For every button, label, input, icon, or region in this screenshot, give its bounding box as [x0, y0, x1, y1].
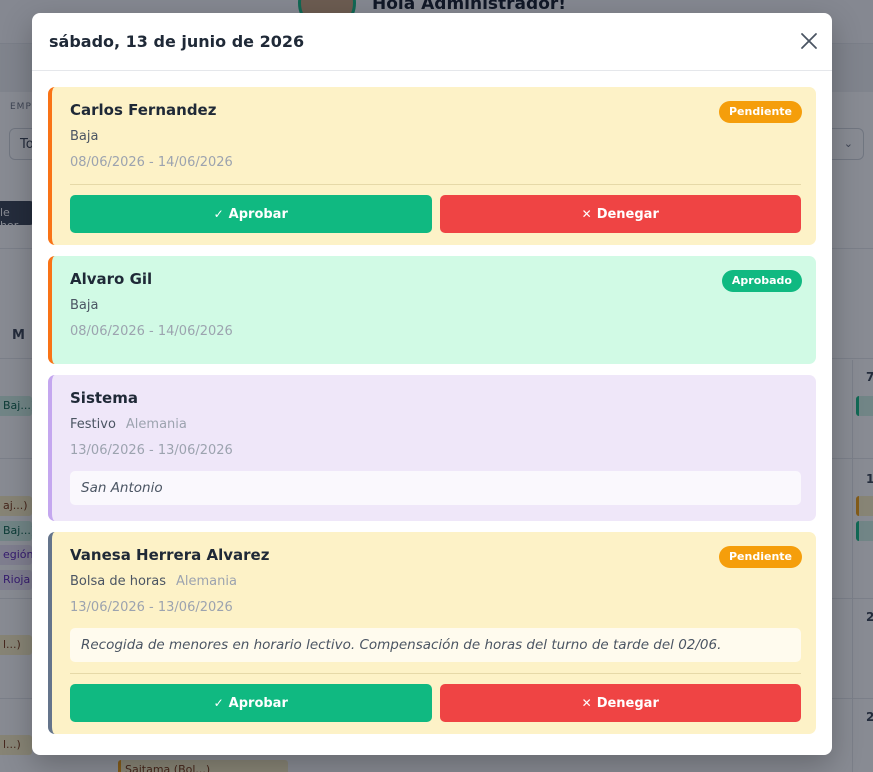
- region-label: Alemania: [176, 574, 237, 589]
- employee-name: Carlos Fernandez: [70, 101, 217, 119]
- x-icon: ✕: [581, 207, 592, 221]
- request-type: Bolsa de horas Alemania: [70, 574, 801, 592]
- deny-label: Denegar: [596, 695, 659, 711]
- date-range: 08/06/2026 - 14/06/2026: [70, 324, 233, 339]
- employee-name: Vanesa Herrera Alvarez: [70, 546, 270, 564]
- modal-header: sábado, 13 de junio de 2026: [32, 13, 832, 71]
- date-range: 13/06/2026 - 13/06/2026: [70, 600, 233, 615]
- modal-title: sábado, 13 de junio de 2026: [49, 32, 305, 51]
- request-type: Festivo Alemania: [70, 417, 801, 435]
- modal-body: Carlos Fernandez Pendiente Baja 08/06/20…: [32, 71, 832, 734]
- request-card: Carlos Fernandez Pendiente Baja 08/06/20…: [48, 87, 816, 245]
- approve-button[interactable]: ✓ Aprobar: [70, 195, 432, 233]
- employee-name: Sistema: [70, 389, 138, 407]
- approve-button[interactable]: ✓ Aprobar: [70, 684, 432, 722]
- request-card: Vanesa Herrera Alvarez Pendiente Bolsa d…: [48, 532, 816, 734]
- date-range: 08/06/2026 - 14/06/2026: [70, 155, 233, 170]
- holiday-card: Sistema Festivo Alemania 13/06/2026 - 13/…: [48, 375, 816, 521]
- check-icon: ✓: [213, 696, 224, 710]
- request-actions: ✓ Aprobar ✕ Denegar: [70, 674, 801, 734]
- request-type: Baja: [70, 129, 99, 144]
- request-type: Baja: [70, 298, 99, 313]
- approve-label: Aprobar: [228, 695, 288, 711]
- region-label: Alemania: [125, 417, 187, 432]
- status-badge: Pendiente: [718, 546, 802, 568]
- date-range: 13/06/2026 - 13/06/2026: [70, 443, 233, 458]
- status-badge: Aprobado: [721, 270, 802, 292]
- status-badge: Pendiente: [718, 101, 802, 123]
- request-note: Recogida de menores en horario lectivo. …: [70, 628, 801, 662]
- check-icon: ✓: [213, 207, 224, 221]
- request-card: Alvaro Gil Aprobado Baja 08/06/2026 - 14…: [48, 256, 816, 364]
- approve-label: Aprobar: [228, 206, 288, 222]
- employee-name: Alvaro Gil: [70, 270, 153, 288]
- close-button[interactable]: [800, 32, 818, 50]
- day-detail-modal: sábado, 13 de junio de 2026 Carlos Ferna…: [32, 13, 832, 755]
- request-actions: ✓ Aprobar ✕ Denegar: [70, 185, 801, 245]
- request-type-label: Bolsa de horas: [70, 574, 167, 589]
- x-icon: ✕: [581, 696, 592, 710]
- holiday-note: San Antonio: [70, 471, 801, 505]
- deny-label: Denegar: [596, 206, 659, 222]
- close-icon: [801, 33, 817, 49]
- deny-button[interactable]: ✕ Denegar: [439, 195, 801, 233]
- request-type-label: Festivo: [70, 417, 116, 432]
- deny-button[interactable]: ✕ Denegar: [439, 684, 801, 722]
